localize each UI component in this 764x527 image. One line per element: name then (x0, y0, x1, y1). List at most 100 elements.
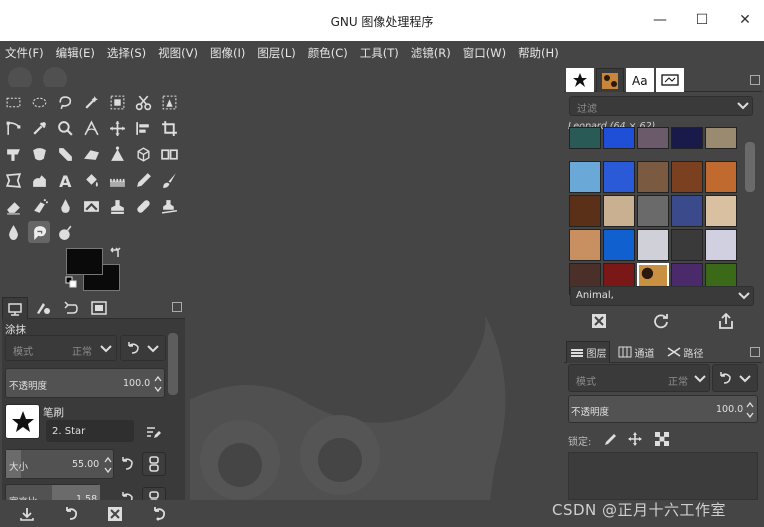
tab-patterns-icon[interactable] (596, 68, 624, 92)
pattern-swatch[interactable] (671, 229, 703, 261)
tab-layers[interactable]: 图层 (566, 341, 610, 363)
foreground-color-swatch[interactable] (66, 248, 103, 275)
mode-reset-button[interactable] (120, 335, 166, 361)
pattern-swatch[interactable] (637, 229, 669, 261)
heal-tool-icon[interactable] (132, 195, 154, 217)
ellipse-select-tool-icon[interactable] (28, 91, 50, 113)
pattern-swatch[interactable] (569, 229, 601, 261)
tab-channels[interactable]: 通道 (612, 341, 660, 363)
image-canvas[interactable] (190, 65, 562, 500)
pattern-swatch[interactable] (637, 127, 669, 149)
delete-options-icon[interactable] (104, 503, 126, 525)
dock-menu-icon[interactable] (750, 347, 760, 357)
menu-windows[interactable]: 窗口(W) (463, 45, 506, 61)
pattern-swatch[interactable] (705, 161, 737, 193)
free-select-tool-icon[interactable] (2, 169, 24, 191)
pattern-swatch[interactable] (569, 127, 601, 149)
align-tool-icon[interactable] (132, 117, 154, 139)
unified-transform-tool-icon[interactable] (2, 143, 24, 165)
pattern-swatch[interactable] (637, 161, 669, 193)
paintbrush-tool-icon[interactable] (158, 169, 180, 191)
close-button[interactable]: ✕ (731, 8, 759, 32)
menu-tools[interactable]: 工具(T) (360, 45, 399, 61)
menu-select[interactable]: 选择(S) (107, 45, 146, 61)
blur-sharpen-tool-icon[interactable] (2, 221, 24, 243)
pattern-swatch[interactable] (671, 161, 703, 193)
mypaint-brush-tool-icon[interactable] (80, 195, 102, 217)
airbrush-tool-icon[interactable] (28, 195, 50, 217)
menu-file[interactable]: 文件(F) (5, 45, 44, 61)
opacity-slider[interactable]: 不透明度 100.0 (5, 368, 165, 398)
swap-colors-icon[interactable] (108, 246, 122, 260)
eraser-tool-icon[interactable] (2, 195, 24, 217)
restore-options-icon[interactable] (60, 503, 82, 525)
lock-position-icon[interactable] (626, 430, 644, 448)
smudge-tool-icon[interactable] (28, 221, 50, 243)
lock-alpha-icon[interactable] (653, 430, 671, 448)
default-colors-icon[interactable] (65, 276, 77, 288)
layer-opacity-slider[interactable]: 不透明度 100.0 (568, 395, 758, 423)
ink-tool-icon[interactable] (54, 195, 76, 217)
pattern-filter-select[interactable]: 过滤 (569, 96, 753, 116)
tab-images-icon[interactable] (86, 297, 112, 319)
flip-tool-icon[interactable] (106, 143, 128, 165)
3d-transform-tool-icon[interactable] (132, 143, 154, 165)
edit-brush-icon[interactable] (142, 421, 164, 443)
pattern-swatch[interactable] (637, 195, 669, 227)
dodge-burn-tool-icon[interactable] (54, 221, 76, 243)
size-slider[interactable]: 大小 55.00 (5, 449, 114, 479)
brush-preview-button[interactable] (5, 404, 40, 439)
menu-edit[interactable]: 编辑(E) (56, 45, 95, 61)
pattern-swatch[interactable] (705, 195, 737, 227)
delete-pattern-icon[interactable] (589, 311, 609, 331)
paths-tool-icon[interactable] (2, 117, 24, 139)
layers-list[interactable] (568, 452, 758, 500)
maximize-button[interactable]: ☐ (688, 8, 716, 32)
menu-filters[interactable]: 滤镜(R) (411, 45, 451, 61)
zoom-tool-icon[interactable] (54, 117, 76, 139)
pattern-swatch[interactable] (671, 195, 703, 227)
tab-paths[interactable]: 路径 (662, 341, 708, 363)
pattern-swatch[interactable] (603, 127, 635, 149)
measure-tool-icon[interactable] (80, 117, 102, 139)
pattern-swatch[interactable] (603, 161, 635, 193)
pattern-swatch[interactable] (671, 127, 703, 149)
menu-layer[interactable]: 图层(L) (257, 45, 295, 61)
rect-select-tool-icon[interactable] (2, 91, 24, 113)
handle-transform-tool-icon[interactable] (54, 143, 76, 165)
mode-select[interactable]: 模式 正常 (5, 335, 117, 361)
tab-brushes-icon[interactable] (566, 68, 594, 92)
menu-help[interactable]: 帮助(H) (518, 45, 559, 61)
dock-menu-icon[interactable] (750, 75, 760, 85)
refresh-patterns-icon[interactable] (651, 311, 671, 331)
lock-pixels-icon[interactable] (601, 430, 619, 448)
crop-tool-icon[interactable] (158, 117, 180, 139)
scissors-tool-icon[interactable] (132, 91, 154, 113)
tab-document-history-icon[interactable] (656, 68, 684, 92)
color-picker-tool-icon[interactable] (28, 117, 50, 139)
link-size-button[interactable] (142, 452, 166, 476)
move-tool-icon[interactable] (106, 117, 128, 139)
tab-device-status-icon[interactable] (30, 297, 56, 319)
dock-menu-icon[interactable] (172, 302, 182, 312)
menu-view[interactable]: 视图(V) (158, 45, 198, 61)
paint-bucket-tool-icon[interactable] (80, 169, 102, 191)
foreground-select-tool-icon[interactable] (158, 91, 180, 113)
lasso-tool-icon[interactable] (54, 91, 76, 113)
menu-image[interactable]: 图像(I) (210, 45, 245, 61)
pattern-swatch[interactable] (705, 127, 737, 149)
fuzzy-select-tool-icon[interactable] (80, 91, 102, 113)
layer-mode-select[interactable]: 模式 正常 (568, 364, 710, 392)
pattern-swatch[interactable] (569, 161, 601, 193)
bucket-fill-tool-icon[interactable] (28, 169, 50, 191)
open-pattern-as-image-icon[interactable] (716, 311, 736, 331)
text-tool-icon[interactable]: A (54, 169, 76, 191)
select-by-color-tool-icon[interactable] (106, 91, 128, 113)
tab-tool-options-icon[interactable] (2, 297, 28, 319)
pattern-swatch[interactable] (603, 195, 635, 227)
reset-size-icon[interactable] (118, 454, 136, 474)
reset-options-icon[interactable] (148, 503, 170, 525)
warp-transform-tool-icon[interactable] (28, 143, 50, 165)
save-options-icon[interactable] (16, 503, 38, 525)
pattern-swatch[interactable] (705, 229, 737, 261)
